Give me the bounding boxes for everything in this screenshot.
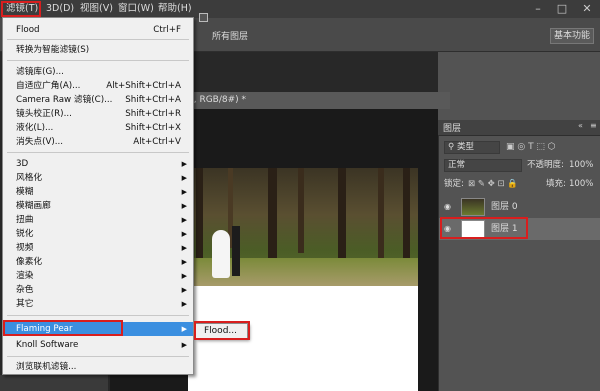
opacity-label: 不透明度: [527, 160, 564, 170]
chevron-right-icon: ▶ [181, 300, 187, 308]
menu-item-noise[interactable]: 杂色 ▶ [3, 283, 193, 297]
chevron-right-icon: ▶ [181, 272, 187, 280]
menu-3d[interactable]: 3D(D) [46, 0, 74, 18]
menu-item-lens-correction[interactable]: 镜头校正(R)... Shift+Ctrl+R [3, 107, 193, 121]
layer-thumbnail [461, 220, 485, 238]
chevron-right-icon: ▶ [181, 230, 187, 238]
groom-figure [232, 226, 240, 276]
blend-mode-select[interactable]: 正常 [444, 159, 522, 172]
lock-icons[interactable]: ⊠ ✎ ✥ ⊡ 🔒 [468, 177, 518, 191]
minimize-icon[interactable]: – [526, 0, 550, 18]
layers-panel-header [438, 120, 600, 136]
maximize-icon[interactable]: □ [550, 0, 574, 18]
chevron-right-icon: ▶ [181, 258, 187, 266]
menu-filter[interactable]: 滤镜(T) [4, 0, 44, 18]
fill-value[interactable]: 100% [569, 177, 593, 191]
all-layers-checkbox[interactable] [199, 13, 208, 22]
chevron-right-icon: ▶ [181, 188, 187, 196]
chevron-right-icon: ▶ [181, 244, 187, 252]
lock-label: 锁定: [444, 179, 464, 189]
chevron-right-icon: ▶ [181, 160, 187, 168]
menu-item-sharpen[interactable]: 锐化 ▶ [3, 227, 193, 241]
filter-search-icon: ⚲ [448, 142, 457, 152]
menu-item-3d[interactable]: 3D ▶ [3, 157, 193, 171]
menu-item-pixelate[interactable]: 像素化 ▶ [3, 255, 193, 269]
status-bar [0, 375, 108, 391]
menu-item-stylize[interactable]: 风格化 ▶ [3, 171, 193, 185]
menu-help[interactable]: 帮助(H) [158, 0, 192, 18]
filter-menu: Flood Ctrl+F 转换为智能滤镜(S) 滤镜库(G)... 自适应广角(A… [2, 17, 194, 375]
menu-item-vanishing-point[interactable]: 消失点(V)... Alt+Ctrl+V [3, 135, 193, 149]
filter-icons[interactable]: ▣ ◎ T ⬚ ⬡ [506, 140, 556, 154]
panel-menu-icon[interactable]: ≡ [590, 121, 597, 130]
chevron-right-icon: ▶ [181, 202, 187, 210]
fill-label: 填充: [546, 179, 566, 189]
layer-thumbnail [461, 198, 485, 216]
menu-item-render[interactable]: 渲染 ▶ [3, 269, 193, 283]
menu-item-liquify[interactable]: 液化(L)... Shift+Ctrl+X [3, 121, 193, 135]
layer-name: 图层 0 [491, 202, 518, 212]
layer-row-1[interactable]: ◉ 图层 1 [439, 218, 600, 240]
chevron-right-icon: ▶ [181, 325, 187, 333]
bride-figure [212, 230, 230, 278]
menu-window[interactable]: 窗口(W) [118, 0, 154, 18]
opacity-value[interactable]: 100% [569, 158, 593, 172]
visibility-icon[interactable]: ◉ [444, 218, 454, 240]
kind-filter-select[interactable]: ⚲ 类型 [444, 141, 500, 154]
close-icon[interactable]: ✕ [574, 0, 600, 18]
menu-item-distort[interactable]: 扭曲 ▶ [3, 213, 193, 227]
wedding-photo [188, 168, 418, 286]
menu-item-knoll-software[interactable]: Knoll Software ▶ [3, 338, 193, 352]
menu-item-filter-gallery[interactable]: 滤镜库(G)... [3, 65, 193, 79]
collapse-icon[interactable]: « [578, 121, 583, 130]
menu-view[interactable]: 视图(V) [80, 0, 113, 18]
submenu-flood[interactable]: Flood... [195, 323, 248, 339]
menu-item-convert-smart[interactable]: 转换为智能滤镜(S) [3, 43, 193, 57]
menu-item-video[interactable]: 视频 ▶ [3, 241, 193, 255]
chevron-right-icon: ▶ [181, 216, 187, 224]
all-layers-label: 所有图层 [212, 32, 249, 42]
visibility-icon[interactable]: ◉ [444, 196, 454, 218]
menu-item-blur-gallery[interactable]: 模糊画廊 ▶ [3, 199, 193, 213]
menu-item-camera-raw[interactable]: Camera Raw 滤镜(C)... Shift+Ctrl+A [3, 93, 193, 107]
menu-item-flaming-pear[interactable]: Flaming Pear ▶ [3, 322, 193, 336]
menu-item-browse-online[interactable]: 浏览联机滤镜... [3, 360, 193, 374]
menu-item-last-filter[interactable]: Flood Ctrl+F [3, 23, 193, 37]
layer-row-0[interactable]: ◉ 图层 0 [439, 196, 600, 218]
chevron-right-icon: ▶ [181, 286, 187, 294]
menu-item-other[interactable]: 其它 ▶ [3, 297, 193, 311]
chevron-right-icon: ▶ [181, 341, 187, 349]
chevron-right-icon: ▶ [181, 174, 187, 182]
menu-item-adaptive-wide[interactable]: 自适应广角(A)... Alt+Shift+Ctrl+A [3, 79, 193, 93]
menu-item-blur[interactable]: 模糊 ▶ [3, 185, 193, 199]
layers-tab[interactable]: 图层 [443, 121, 461, 134]
workspace-button[interactable]: 基本功能 [550, 28, 594, 44]
menu-bar: 滤镜(T) 3D(D) 视图(V) 窗口(W) 帮助(H) [0, 0, 560, 18]
layer-name: 图层 1 [491, 224, 518, 234]
